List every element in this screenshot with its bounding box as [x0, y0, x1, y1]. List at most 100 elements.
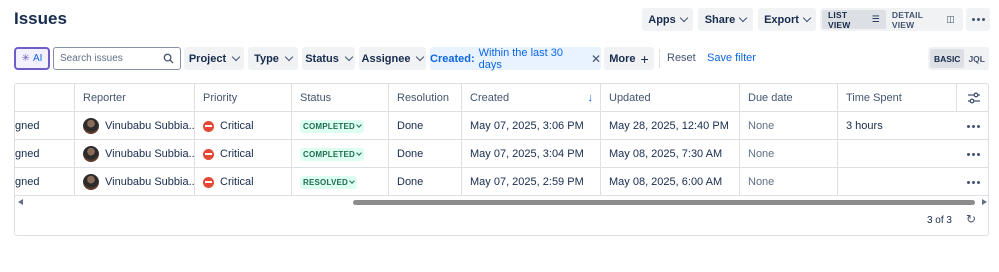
- table-header: Reporter Priority Status Resolution Crea…: [15, 84, 988, 112]
- column-time-spent[interactable]: Time Spent: [837, 84, 956, 112]
- export-label: Export: [764, 13, 799, 26]
- scroll-right-icon[interactable]: [982, 199, 987, 205]
- assignee-cell: gned: [15, 120, 40, 132]
- reporter-cell[interactable]: Vinubabu Subbia...: [74, 140, 195, 168]
- table-row[interactable]: gned Vinubabu Subbia... Critical COMPLET…: [15, 140, 988, 168]
- export-button[interactable]: Export: [758, 8, 816, 31]
- more-icon: [971, 18, 975, 21]
- reporter-name: Vinubabu Subbia...: [105, 176, 195, 188]
- scroll-left-icon[interactable]: [18, 199, 23, 205]
- chevron-down-icon: [356, 150, 362, 156]
- column-status[interactable]: Status: [291, 84, 389, 112]
- created-cell: May 07, 2025, 2:59 PM: [461, 168, 601, 196]
- row-more-button[interactable]: [967, 168, 980, 196]
- chevron-down-icon: [679, 13, 688, 23]
- avatar: [83, 146, 99, 162]
- column-due-date[interactable]: Due date: [739, 84, 837, 112]
- status-cell: RESOLVED: [291, 168, 389, 196]
- list-view-toggle[interactable]: LIST VIEW ☰: [822, 9, 886, 30]
- status-badge[interactable]: COMPLETED: [300, 147, 365, 161]
- detail-icon: ◫: [946, 14, 955, 24]
- assignee-filter[interactable]: Assignee: [359, 47, 426, 70]
- time-spent-cell: [837, 168, 956, 196]
- row-more-button[interactable]: [967, 140, 980, 168]
- column-priority[interactable]: Priority: [194, 84, 291, 112]
- column-created-label: Created: [470, 92, 510, 104]
- save-filter-button[interactable]: Save filter: [707, 52, 756, 64]
- more-icon-dot: [981, 18, 985, 21]
- status-label: COMPLETED: [303, 149, 356, 159]
- assignee-cell: gned: [15, 148, 40, 160]
- reset-button[interactable]: Reset: [667, 52, 696, 64]
- updated-cell: May 28, 2025, 12:40 PM: [600, 112, 740, 140]
- horizontal-scrollbar[interactable]: [15, 197, 988, 207]
- apps-button[interactable]: Apps: [642, 8, 693, 31]
- detail-view-toggle[interactable]: DETAIL VIEW ◫: [886, 9, 961, 30]
- detail-view-label: DETAIL VIEW: [891, 9, 923, 30]
- settings-sliders-icon: [967, 92, 980, 104]
- reporter-cell[interactable]: Vinubabu Subbia...: [74, 168, 195, 196]
- arrow-down-icon[interactable]: ↓: [588, 92, 594, 104]
- more-icon-dot: [972, 180, 975, 184]
- chevron-down-icon: [416, 52, 425, 62]
- list-view-label: LIST VIEW: [828, 9, 851, 30]
- scrollbar-thumb[interactable]: [353, 200, 975, 205]
- priority-cell: Critical: [194, 112, 291, 140]
- status-badge[interactable]: COMPLETED: [300, 119, 365, 133]
- ai-button[interactable]: ✳ AI: [14, 47, 50, 70]
- plus-icon: +: [640, 50, 649, 67]
- pagination-count: 3 of 3: [926, 215, 952, 226]
- type-filter-label: Type: [254, 52, 279, 65]
- resolution-cell: Done: [388, 168, 462, 196]
- more-actions-button[interactable]: [966, 8, 990, 31]
- column-updated[interactable]: Updated: [600, 84, 740, 112]
- refresh-icon[interactable]: ↻: [964, 212, 978, 226]
- priority-label: Critical: [220, 176, 254, 188]
- time-spent-cell: [837, 140, 956, 168]
- due-date-cell: None: [739, 112, 837, 140]
- due-date-cell: None: [739, 168, 837, 196]
- column-assignee[interactable]: [15, 84, 74, 112]
- resolution-cell: Done: [388, 140, 462, 168]
- basic-toggle[interactable]: BASIC: [930, 49, 965, 68]
- project-filter[interactable]: Project: [184, 47, 244, 70]
- more-icon-dot: [977, 124, 980, 128]
- priority-label: Critical: [220, 148, 254, 160]
- resolution-cell: Done: [388, 112, 462, 140]
- table-row[interactable]: gned Vinubabu Subbia... Critical COMPLET…: [15, 112, 988, 140]
- chevron-down-icon: [356, 122, 362, 128]
- status-filter[interactable]: Status: [302, 47, 355, 70]
- project-filter-label: Project: [188, 52, 227, 65]
- search-input[interactable]: [60, 53, 160, 64]
- column-resolution[interactable]: Resolution: [388, 84, 462, 112]
- table-row[interactable]: gned Vinubabu Subbia... Critical RESOLVE…: [15, 168, 988, 196]
- priority-label: Critical: [220, 120, 254, 132]
- jql-toggle[interactable]: JQL: [964, 49, 989, 68]
- share-button[interactable]: Share: [698, 8, 753, 31]
- created-filter-key: Created:: [430, 52, 475, 65]
- chevron-down-icon: [739, 13, 748, 23]
- more-icon-dot: [977, 152, 980, 156]
- row-more-button[interactable]: [967, 112, 980, 140]
- assignee-filter-label: Assignee: [361, 52, 411, 65]
- column-created[interactable]: Created ↓: [461, 84, 601, 112]
- chevron-down-icon: [802, 13, 812, 23]
- issues-table: Reporter Priority Status Resolution Crea…: [14, 83, 989, 236]
- status-badge[interactable]: RESOLVED: [300, 175, 358, 189]
- search-mode-switcher: BASIC JQL: [928, 47, 989, 70]
- reporter-cell[interactable]: Vinubabu Subbia...: [74, 112, 195, 140]
- created-cell: May 07, 2025, 3:04 PM: [461, 140, 601, 168]
- column-reporter[interactable]: Reporter: [74, 84, 195, 112]
- column-settings-button[interactable]: [956, 84, 988, 112]
- avatar: [83, 174, 99, 190]
- more-filters-button[interactable]: More +: [604, 47, 654, 70]
- chevron-down-icon: [231, 52, 241, 62]
- close-icon[interactable]: ✕: [591, 52, 601, 66]
- type-filter[interactable]: Type: [248, 47, 298, 70]
- more-icon-dot: [972, 152, 975, 156]
- created-filter-value: Within the last 30 days: [478, 46, 563, 71]
- created-filter[interactable]: Created: Within the last 30 days ✕: [430, 46, 601, 71]
- priority-cell: Critical: [194, 140, 291, 168]
- more-icon: [967, 152, 970, 156]
- more-icon-dot: [977, 180, 980, 184]
